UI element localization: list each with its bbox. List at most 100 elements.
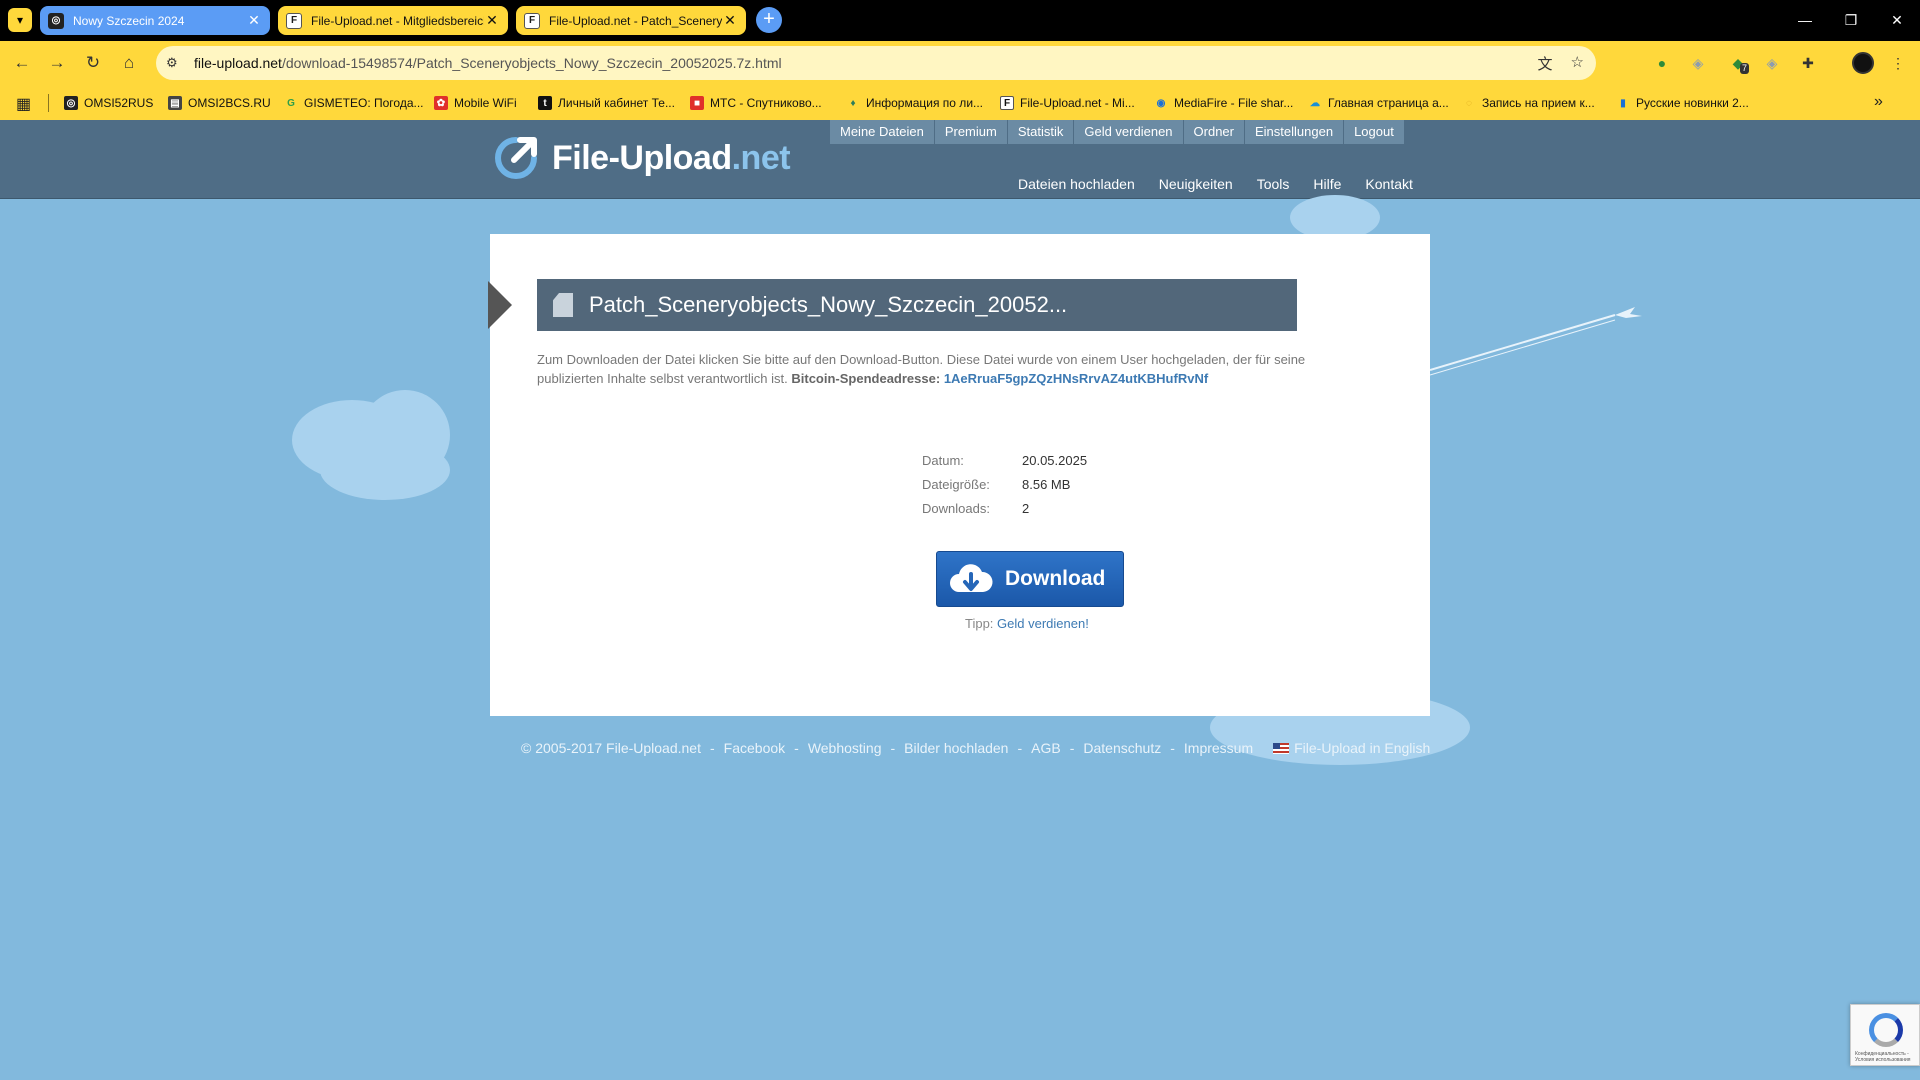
tab-close-icon[interactable]: ✕ (484, 12, 500, 29)
back-icon[interactable]: ← (10, 51, 34, 75)
file-meta-table: Datum: 20.05.2025 Dateigröße: 8.56 MB Do… (922, 448, 1087, 520)
menu-kebab-icon[interactable]: ⋮ (1888, 53, 1908, 73)
file-icon (553, 293, 573, 317)
bookmarks-divider (48, 94, 49, 112)
main-nav: Dateien hochladen Neuigkeiten Tools Hilf… (1018, 176, 1413, 192)
footer-copyright[interactable]: © 2005-2017 File-Upload.net (521, 740, 701, 756)
tip-earn-money-link[interactable]: Geld verdienen! (997, 616, 1089, 631)
address-bar[interactable]: ⚙ file-upload.net/download-15498574/Patc… (156, 46, 1596, 80)
footer-link-facebook[interactable]: Facebook (724, 740, 785, 756)
bookmark-favicon-icon: F (1000, 96, 1014, 110)
footer-separator: - (709, 740, 715, 756)
bookmark-item[interactable]: ◉ MediaFire - File shar... (1154, 93, 1294, 113)
footer-separator: - (890, 740, 896, 756)
window-close-icon[interactable]: ✕ (1882, 8, 1912, 32)
minimize-icon[interactable]: — (1790, 8, 1820, 32)
bookmark-favicon-icon: ▤ (168, 96, 182, 110)
bookmark-item[interactable]: ✿ Mobile WiFi (434, 93, 517, 113)
bookmark-favicon-icon: t (538, 96, 552, 110)
bookmark-star-icon[interactable]: ☆ (1571, 53, 1584, 74)
bookmark-item[interactable]: ◌ Запись на прием к... (1462, 93, 1595, 113)
card-arrow-marker (488, 281, 512, 329)
bookmark-item[interactable]: t Личный кабинет Те... (538, 93, 675, 113)
tab-2[interactable]: F File-Upload.net - Mitgliedsbereich ✕ (278, 6, 508, 35)
nav-meine-dateien[interactable]: Meine Dateien (830, 120, 934, 144)
bookmark-item[interactable]: ▮ Русские новинки 2... (1616, 93, 1749, 113)
meta-value: 2 (1022, 500, 1030, 516)
nav-ordner[interactable]: Ordner (1183, 120, 1244, 144)
bookmark-favicon-icon: ♦ (850, 97, 856, 109)
footer-separator: - (1069, 740, 1075, 756)
bitcoin-label: Bitcoin-Spendeadresse: (791, 371, 941, 386)
bookmark-favicon-icon: ◉ (1156, 97, 1166, 109)
tip-label: Tipp: (965, 616, 994, 631)
nav-neuigkeiten[interactable]: Neuigkeiten (1159, 176, 1233, 192)
bookmark-item[interactable]: ▤ OMSI2BCS.RU (168, 93, 271, 113)
nav-tools[interactable]: Tools (1257, 176, 1290, 192)
footer-link-agb[interactable]: AGB (1031, 740, 1061, 756)
site-footer: © 2005-2017 File-Upload.net - Facebook -… (521, 740, 1430, 756)
bookmark-item[interactable]: ☁ Главная страница а... (1308, 93, 1449, 113)
translate-icon[interactable]: 文 (1538, 53, 1553, 74)
bookmarks-overflow-icon[interactable]: » (1874, 93, 1883, 111)
extension-shield-2-icon[interactable]: ◈ (1762, 53, 1782, 73)
footer-link-bilder-hochladen[interactable]: Bilder hochladen (904, 740, 1008, 756)
extension-globe-icon[interactable]: ● (1652, 53, 1672, 73)
recaptcha-badge[interactable]: Конфиденциальность - Условия использован… (1850, 1004, 1920, 1066)
site-logo[interactable]: File-Upload.net (492, 134, 791, 182)
bookmarks-bar: ▦ ◎ OMSI52RUS ▤ OMSI2BCS.RU G GISMETEO: Пог… (0, 85, 1920, 120)
bookmark-label: GISMETEO: Погода... (304, 96, 424, 110)
extension-badge-icon[interactable]: ◆ 7 (1728, 53, 1750, 74)
footer-link-english[interactable]: File-Upload in English (1294, 740, 1430, 756)
bookmark-item[interactable]: G GISMETEO: Погода... (284, 93, 424, 113)
home-icon[interactable]: ⌂ (117, 51, 141, 75)
recaptcha-icon (1869, 1013, 1903, 1047)
cloud-download-icon (950, 564, 993, 592)
bookmark-item[interactable]: ■ МТС - Спутниково... (690, 93, 822, 113)
bookmark-item[interactable]: ♦ Информация по ли... (846, 93, 983, 113)
cloud-decoration (320, 440, 450, 500)
tab-close-icon[interactable]: ✕ (722, 12, 738, 29)
tab-favicon-icon: F (286, 12, 302, 29)
bookmark-favicon-icon: ■ (690, 96, 704, 110)
bookmark-label: Русские новинки 2... (1636, 96, 1749, 110)
tab-close-icon[interactable]: ✕ (246, 12, 262, 29)
browser-toolbar: ← → ↻ ⌂ ⚙ file-upload.net/download-15498… (0, 41, 1920, 85)
nav-kontakt[interactable]: Kontakt (1365, 176, 1412, 192)
nav-logout[interactable]: Logout (1344, 120, 1404, 144)
nav-statistik[interactable]: Statistik (1007, 120, 1074, 144)
footer-link-impressum[interactable]: Impressum (1184, 740, 1253, 756)
bookmark-item[interactable]: ◎ OMSI52RUS (64, 93, 153, 113)
download-button[interactable]: Download (936, 551, 1124, 607)
tab-3-active[interactable]: F File-Upload.net - Patch_Sceneryobjects… (516, 6, 746, 35)
bookmark-favicon-icon: G (287, 97, 295, 109)
site-info-icon[interactable]: ⚙ (166, 55, 184, 71)
address-url[interactable]: file-upload.net/download-15498574/Patch_… (194, 55, 782, 71)
bookmark-item[interactable]: F File-Upload.net - Mi... (1000, 93, 1135, 113)
bookmark-favicon-icon: ☁ (1310, 97, 1320, 109)
footer-link-datenschutz[interactable]: Datenschutz (1083, 740, 1161, 756)
footer-link-webhosting[interactable]: Webhosting (808, 740, 882, 756)
nav-hilfe[interactable]: Hilfe (1313, 176, 1341, 192)
nav-dateien-hochladen[interactable]: Dateien hochladen (1018, 176, 1135, 192)
new-tab-button[interactable]: + (756, 7, 782, 33)
tab-search-button[interactable]: ▾ (8, 8, 32, 32)
meta-key: Dateigröße: (922, 476, 990, 492)
nav-geld-verdienen[interactable]: Geld verdienen (1074, 120, 1183, 144)
restore-icon[interactable]: ❐ (1836, 8, 1866, 32)
bookmark-favicon-icon: ◎ (64, 96, 78, 110)
bitcoin-address[interactable]: 1AeRruaF5gpZQzHNsRrvAZ4utKBHufRvNf (944, 371, 1208, 386)
reload-icon[interactable]: ↻ (81, 51, 105, 75)
tab-1[interactable]: ◎ Nowy Szczecin 2024 ✕ (40, 6, 270, 35)
forward-icon[interactable]: → (45, 51, 69, 75)
profile-avatar[interactable] (1852, 52, 1874, 74)
apps-grid-icon[interactable]: ▦ (16, 94, 31, 114)
extension-shield-icon[interactable]: ◈ (1688, 53, 1708, 73)
us-flag-icon (1273, 742, 1290, 754)
tab-strip: ▾ ◎ Nowy Szczecin 2024 ✕ F File-Upload.n… (0, 0, 1920, 41)
bookmark-label: File-Upload.net - Mi... (1020, 96, 1135, 110)
meta-key: Downloads: (922, 500, 990, 516)
extensions-puzzle-icon[interactable]: ✚ (1798, 53, 1818, 73)
nav-einstellungen[interactable]: Einstellungen (1245, 120, 1344, 144)
nav-premium[interactable]: Premium (934, 120, 1007, 144)
